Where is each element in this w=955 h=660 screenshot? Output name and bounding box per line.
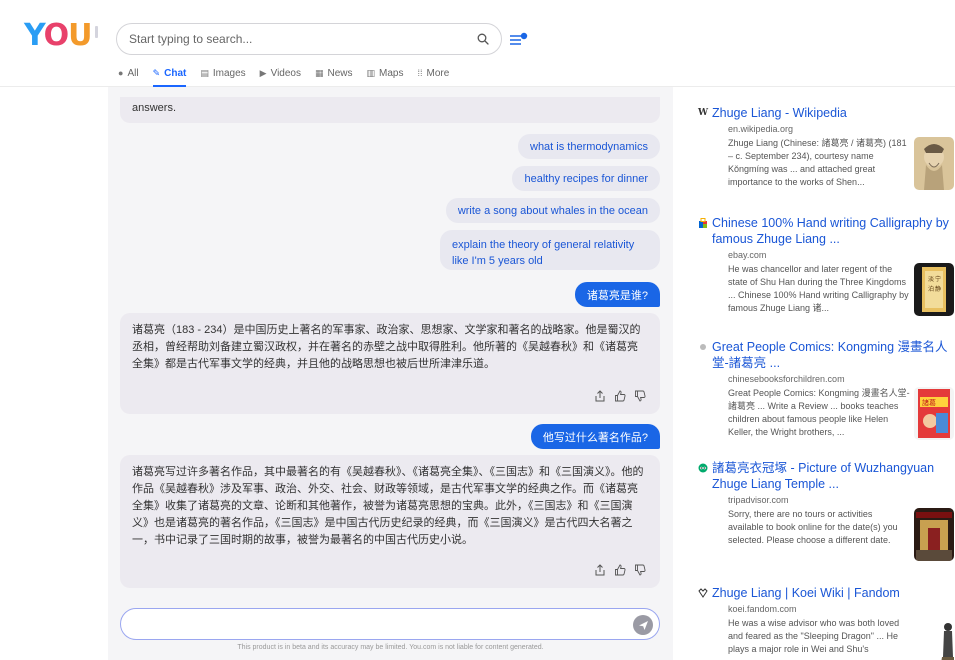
search-result: Zhuge Liang | Koei Wiki | Fandom koei.fa… — [698, 585, 955, 660]
result-thumbnail[interactable]: 淡宁泊静 — [914, 263, 954, 316]
ebay-icon — [698, 218, 708, 228]
svg-text:淡: 淡 — [928, 276, 934, 283]
chat-thread[interactable]: answers. what is thermodynamics healthy … — [120, 87, 660, 597]
tab-videos[interactable]: ▶ Videos — [260, 66, 301, 80]
tab-all[interactable]: ● All — [118, 66, 139, 80]
result-url: koei.fandom.com — [728, 604, 797, 614]
result-title-link[interactable]: Great People Comics: Kongming 漫畫名人堂-諸葛亮 … — [698, 339, 955, 371]
tab-images[interactable]: ▤ Images — [200, 66, 245, 80]
result-thumbnail[interactable]: 諸葛 — [914, 387, 954, 440]
tripadvisor-icon — [698, 463, 708, 473]
play-icon: ▶ — [259, 67, 267, 78]
assistant-answer: 诸葛亮写过许多著名作品，其中最著名的有《吴越春秋》、《诸葛亮全集》、《三国志》和… — [120, 455, 660, 588]
assistant-answer: 诸葛亮（183 - 234）是中国历史上著名的军事家、政治家、思想家、文学家和著… — [120, 313, 660, 414]
image-icon: ▤ — [200, 67, 209, 78]
suggestion-chip[interactable]: healthy recipes for dinner — [512, 166, 660, 191]
tab-more[interactable]: ⁞⁞ More — [417, 66, 449, 80]
search-bar — [116, 23, 502, 55]
logo-mark-icon — [94, 26, 98, 38]
result-thumbnail[interactable] — [914, 508, 954, 561]
thumbs-down-icon[interactable] — [634, 564, 646, 576]
grid-icon: ● — [118, 68, 124, 78]
fandom-icon — [698, 588, 708, 598]
news-icon: ▦ — [314, 67, 324, 78]
tab-chat[interactable]: ✎ Chat — [152, 66, 186, 87]
answer-text: 诸葛亮（183 - 234）是中国历史上著名的军事家、政治家、思想家、文学家和著… — [132, 324, 641, 370]
result-snippet: He was chancellor and later regent of th… — [728, 264, 909, 313]
result-title-link[interactable]: 諸葛亮衣冠塚 - Picture of Wuzhangyuan Zhuge Li… — [698, 460, 955, 492]
globe-icon — [698, 342, 708, 352]
search-tabs: ● All ✎ Chat ▤ Images ▶ Videos ▦ News ▥ Maps ⁞… — [118, 66, 449, 87]
svg-text:宁: 宁 — [935, 275, 941, 283]
disclaimer: This product is in beta and its accuracy… — [237, 644, 544, 651]
send-icon — [638, 620, 648, 630]
you-logo[interactable]: YOU — [24, 21, 98, 51]
wikipedia-icon: W — [698, 108, 709, 118]
tab-maps[interactable]: ▥ Maps — [367, 66, 404, 80]
result-snippet: He was a wise advisor who was both loved… — [728, 618, 900, 654]
result-url: tripadvisor.com — [728, 495, 789, 505]
result-url: ebay.com — [728, 250, 767, 260]
chat-input-box — [120, 608, 660, 640]
answer-actions — [594, 390, 646, 402]
result-title-link[interactable]: Zhuge Liang | Koei Wiki | Fandom — [698, 585, 955, 601]
search-icon[interactable] — [477, 33, 489, 45]
suggestion-chip[interactable]: write a song about whales in the ocean — [445, 198, 660, 223]
answer-actions — [594, 564, 646, 576]
thumbs-up-icon[interactable] — [614, 564, 626, 576]
search-result: W Zhuge Liang - Wikipedia en.wikipedia.o… — [698, 105, 955, 190]
result-snippet: Zhuge Liang (Chinese: 諸葛亮 / 诸葛亮) (181 – … — [728, 138, 907, 187]
user-message: 诸葛亮是谁? — [574, 282, 660, 307]
user-message: 他写过什么著名作品? — [530, 424, 660, 449]
svg-text:泊: 泊 — [928, 285, 934, 293]
svg-text:諸葛: 諸葛 — [922, 398, 936, 407]
search-input[interactable] — [129, 32, 459, 46]
result-snippet: Sorry, there are no tours or activities … — [728, 509, 898, 545]
result-title-link[interactable]: Chinese 100% Hand writing Calligraphy by… — [698, 215, 955, 247]
suggestion-chip[interactable]: what is thermodynamics — [518, 134, 660, 159]
result-thumbnail[interactable] — [914, 137, 954, 190]
map-icon: ▥ — [366, 67, 376, 78]
result-url: chinesebooksforchildren.com — [728, 374, 845, 384]
search-result: 諸葛亮衣冠塚 - Picture of Wuzhangyuan Zhuge Li… — [698, 460, 955, 561]
thumbs-up-icon[interactable] — [614, 390, 626, 402]
tab-news[interactable]: ▦ News — [315, 66, 353, 80]
share-icon[interactable] — [594, 564, 606, 576]
send-button[interactable] — [633, 615, 653, 635]
result-title-link[interactable]: W Zhuge Liang - Wikipedia — [698, 105, 955, 121]
share-icon[interactable] — [594, 390, 606, 402]
filter-settings-icon[interactable] — [509, 31, 529, 47]
result-snippet: Great People Comics: Kongming 漫畫名人堂-諸葛亮 … — [728, 388, 910, 437]
header: YOU ●All ✎Chat ▤Images ▶Videos ▦News ▥Ma… — [0, 0, 955, 87]
search-result: Chinese 100% Hand writing Calligraphy by… — [698, 215, 955, 316]
previous-answer-card: answers. — [120, 97, 660, 123]
svg-text:静: 静 — [935, 285, 941, 293]
result-thumbnail[interactable] — [914, 617, 954, 660]
search-result: Great People Comics: Kongming 漫畫名人堂-諸葛亮 … — [698, 339, 955, 440]
result-url: en.wikipedia.org — [728, 124, 794, 134]
answer-text: 诸葛亮写过许多著名作品，其中最著名的有《吴越春秋》、《诸葛亮全集》、《三国志》和… — [132, 466, 644, 546]
thumbs-down-icon[interactable] — [634, 390, 646, 402]
dots-icon: ⁞⁞ — [417, 68, 423, 78]
chat-panel: answers. what is thermodynamics healthy … — [108, 87, 673, 660]
suggestion-chip[interactable]: explain the theory of general relativity… — [440, 230, 660, 270]
chat-input[interactable] — [133, 609, 623, 639]
chat-icon: ✎ — [152, 67, 161, 78]
